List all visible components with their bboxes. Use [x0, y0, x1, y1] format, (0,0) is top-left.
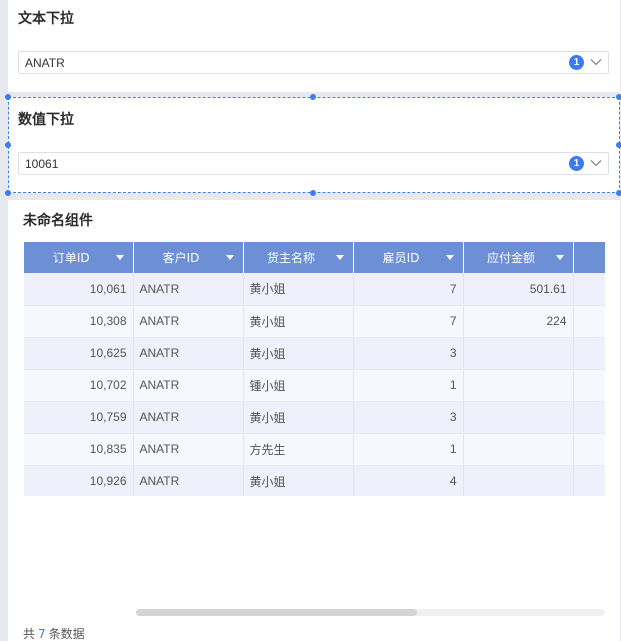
selected-count-badge: 1: [569, 55, 584, 70]
cell-shipper-name: 锺小姐: [243, 369, 354, 402]
cell-overflow: [573, 337, 605, 370]
cell-overflow: [573, 433, 605, 466]
cell-customer-id: ANATR: [133, 401, 244, 434]
table-header-row: 订单ID 客户ID 货主名称 雇员ID 应付金额: [24, 242, 605, 273]
table-row[interactable]: 10,702 ANATR 锺小姐 1: [24, 369, 605, 402]
resize-handle-right[interactable]: [616, 142, 621, 148]
cell-amount-payable: [463, 433, 574, 466]
cell-customer-id: ANATR: [133, 433, 244, 466]
table-row[interactable]: 10,061 ANATR 黄小姐 7 501.61: [24, 273, 605, 306]
data-table: 订单ID 客户ID 货主名称 雇员ID 应付金额 10,061 ANATR 黄小…: [24, 242, 605, 496]
cell-overflow: [573, 465, 605, 496]
chevron-down-icon[interactable]: [589, 156, 603, 170]
cell-employee-id: 7: [353, 305, 464, 338]
cell-shipper-name: 黄小姐: [243, 401, 354, 434]
cell-shipper-name: 黄小姐: [243, 273, 354, 306]
cell-customer-id: ANATR: [133, 273, 244, 306]
selected-count-badge: 1: [569, 156, 584, 171]
text-dropdown-select[interactable]: ANATR 1: [18, 51, 609, 74]
cell-shipper-name: 黄小姐: [243, 305, 354, 338]
table-row[interactable]: 10,759 ANATR 黄小姐 3: [24, 401, 605, 434]
cell-employee-id: 4: [353, 465, 464, 496]
cell-customer-id: ANATR: [133, 305, 244, 338]
cell-shipper-name: 方先生: [243, 433, 354, 466]
cell-amount-payable: [463, 465, 574, 496]
text-dropdown-value: ANATR: [25, 56, 65, 70]
column-header-customer-id[interactable]: 客户ID: [133, 242, 244, 273]
number-dropdown-panel[interactable]: 数值下拉 10061 1: [8, 97, 620, 193]
column-header-shipper-name[interactable]: 货主名称: [243, 242, 354, 273]
table-row[interactable]: 10,835 ANATR 方先生 1: [24, 433, 605, 466]
sort-dropdown-icon[interactable]: [445, 255, 454, 260]
cell-order-id: 10,759: [24, 401, 134, 434]
cell-employee-id: 1: [353, 433, 464, 466]
number-dropdown-value: 10061: [25, 157, 59, 171]
text-dropdown-panel: 文本下拉 ANATR 1: [8, 0, 620, 92]
cell-order-id: 10,625: [24, 337, 134, 370]
cell-customer-id: ANATR: [133, 337, 244, 370]
cell-shipper-name: 黄小姐: [243, 337, 354, 370]
column-header-overflow: [573, 242, 605, 273]
resize-handle-bottom-right[interactable]: [616, 190, 621, 196]
horizontal-scrollbar[interactable]: [136, 609, 605, 616]
footer-suffix: 条数据: [48, 627, 85, 641]
cell-employee-id: 1: [353, 369, 464, 402]
number-dropdown-title: 数值下拉: [18, 112, 74, 128]
cell-order-id: 10,308: [24, 305, 134, 338]
cell-amount-payable: [463, 401, 574, 434]
row-count-footer: 共 7 条数据: [23, 625, 85, 641]
cell-customer-id: ANATR: [133, 369, 244, 402]
column-header-order-id[interactable]: 订单ID: [24, 242, 134, 273]
cell-customer-id: ANATR: [133, 465, 244, 496]
resize-handle-top[interactable]: [310, 94, 316, 100]
footer-prefix: 共: [23, 627, 36, 641]
sort-dropdown-icon[interactable]: [555, 255, 564, 260]
cell-overflow: [573, 401, 605, 434]
resize-handle-top-right[interactable]: [616, 94, 621, 100]
text-dropdown-title: 文本下拉: [18, 11, 74, 27]
resize-handle-top-left[interactable]: [5, 94, 11, 100]
table-widget-panel: 未命名组件 订单ID 客户ID 货主名称 雇员ID 应付金额 10,061 AN…: [8, 200, 620, 641]
cell-order-id: 10,926: [24, 465, 134, 496]
cell-amount-payable: 224: [463, 305, 574, 338]
table-widget-title: 未命名组件: [23, 213, 93, 229]
cell-overflow: [573, 369, 605, 402]
cell-overflow: [573, 273, 605, 306]
column-header-amount-payable[interactable]: 应付金额: [463, 242, 574, 273]
footer-count: 7: [38, 627, 46, 641]
cell-employee-id: 3: [353, 337, 464, 370]
cell-order-id: 10,835: [24, 433, 134, 466]
resize-handle-left[interactable]: [5, 142, 11, 148]
cell-amount-payable: [463, 369, 574, 402]
table-row[interactable]: 10,625 ANATR 黄小姐 3: [24, 337, 605, 370]
resize-handle-bottom[interactable]: [310, 190, 316, 196]
column-header-employee-id[interactable]: 雇员ID: [353, 242, 464, 273]
cell-amount-payable: [463, 337, 574, 370]
scrollbar-thumb[interactable]: [136, 609, 418, 616]
sort-dropdown-icon[interactable]: [225, 255, 234, 260]
chevron-down-icon[interactable]: [589, 55, 603, 69]
sort-dropdown-icon[interactable]: [115, 255, 124, 260]
cell-employee-id: 7: [353, 273, 464, 306]
resize-handle-bottom-left[interactable]: [5, 190, 11, 196]
cell-amount-payable: 501.61: [463, 273, 574, 306]
table-row[interactable]: 10,308 ANATR 黄小姐 7 224: [24, 305, 605, 338]
cell-order-id: 10,061: [24, 273, 134, 306]
table-row[interactable]: 10,926 ANATR 黄小姐 4: [24, 465, 605, 496]
cell-overflow: [573, 305, 605, 338]
number-dropdown-select[interactable]: 10061 1: [18, 152, 609, 175]
sort-dropdown-icon[interactable]: [335, 255, 344, 260]
cell-employee-id: 3: [353, 401, 464, 434]
cell-order-id: 10,702: [24, 369, 134, 402]
cell-shipper-name: 黄小姐: [243, 465, 354, 496]
